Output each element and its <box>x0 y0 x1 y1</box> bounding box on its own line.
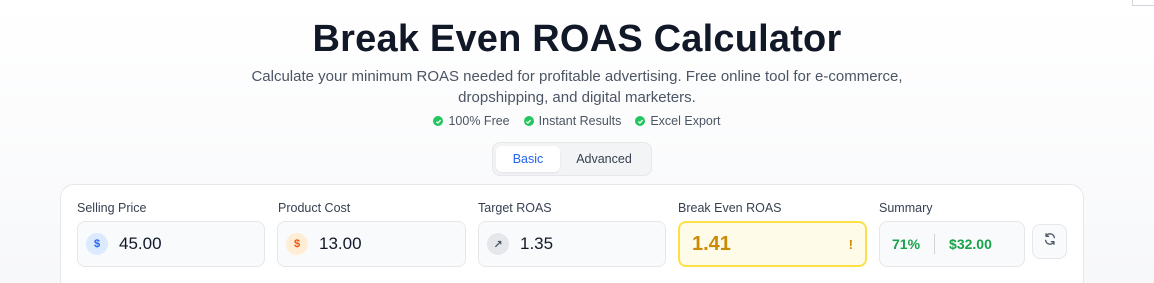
feature-label: Excel Export <box>650 114 721 128</box>
feature-label: 100% Free <box>448 114 510 128</box>
selling-price-input[interactable]: $ 45.00 <box>77 221 265 267</box>
tab-basic[interactable]: Basic <box>496 146 560 172</box>
summary-box: 71% $32.00 <box>879 221 1025 267</box>
product-cost-input[interactable]: $ 13.00 <box>277 221 466 267</box>
dollar-icon: $ <box>86 233 108 255</box>
profit-margin-value: 71% <box>892 236 921 252</box>
break-even-result: 1.41 ! <box>678 221 867 267</box>
mode-tabs: Basic Advanced <box>492 142 652 176</box>
selling-price-value: 45.00 <box>119 234 162 253</box>
reset-button[interactable] <box>1032 224 1067 259</box>
target-roas-input[interactable]: ↗ 1.35 <box>478 221 666 267</box>
check-circle-icon <box>523 116 534 126</box>
check-circle-icon <box>635 116 646 126</box>
break-even-label: Break Even ROAS <box>678 201 782 215</box>
feature-item: Excel Export <box>635 114 721 128</box>
scrollbar-corner <box>1132 0 1154 6</box>
refresh-icon <box>1043 232 1057 251</box>
page-title: Break Even ROAS Calculator <box>312 18 842 60</box>
product-cost-value: 13.00 <box>319 234 362 253</box>
profit-amount-value: $32.00 <box>949 236 992 252</box>
page-subtitle: Calculate your minimum ROAS needed for p… <box>251 68 903 106</box>
tab-advanced[interactable]: Advanced <box>560 146 648 172</box>
summary-label: Summary <box>879 201 933 215</box>
feature-item: 100% Free <box>433 114 510 128</box>
summary-divider <box>934 234 936 254</box>
alert-icon: ! <box>848 236 853 252</box>
target-roas-value: 1.35 <box>520 234 554 253</box>
feature-item: Instant Results <box>523 114 622 128</box>
product-cost-label: Product Cost <box>278 201 351 215</box>
dollar-icon: $ <box>286 233 308 255</box>
selling-price-label: Selling Price <box>77 201 147 215</box>
feature-list: 100% Free Instant Results Excel Export <box>0 114 1154 128</box>
feature-label: Instant Results <box>538 114 622 128</box>
check-circle-icon <box>433 116 444 126</box>
break-even-value: 1.41 <box>692 232 731 255</box>
target-roas-label: Target ROAS <box>478 201 552 215</box>
trending-up-icon: ↗ <box>487 233 509 255</box>
